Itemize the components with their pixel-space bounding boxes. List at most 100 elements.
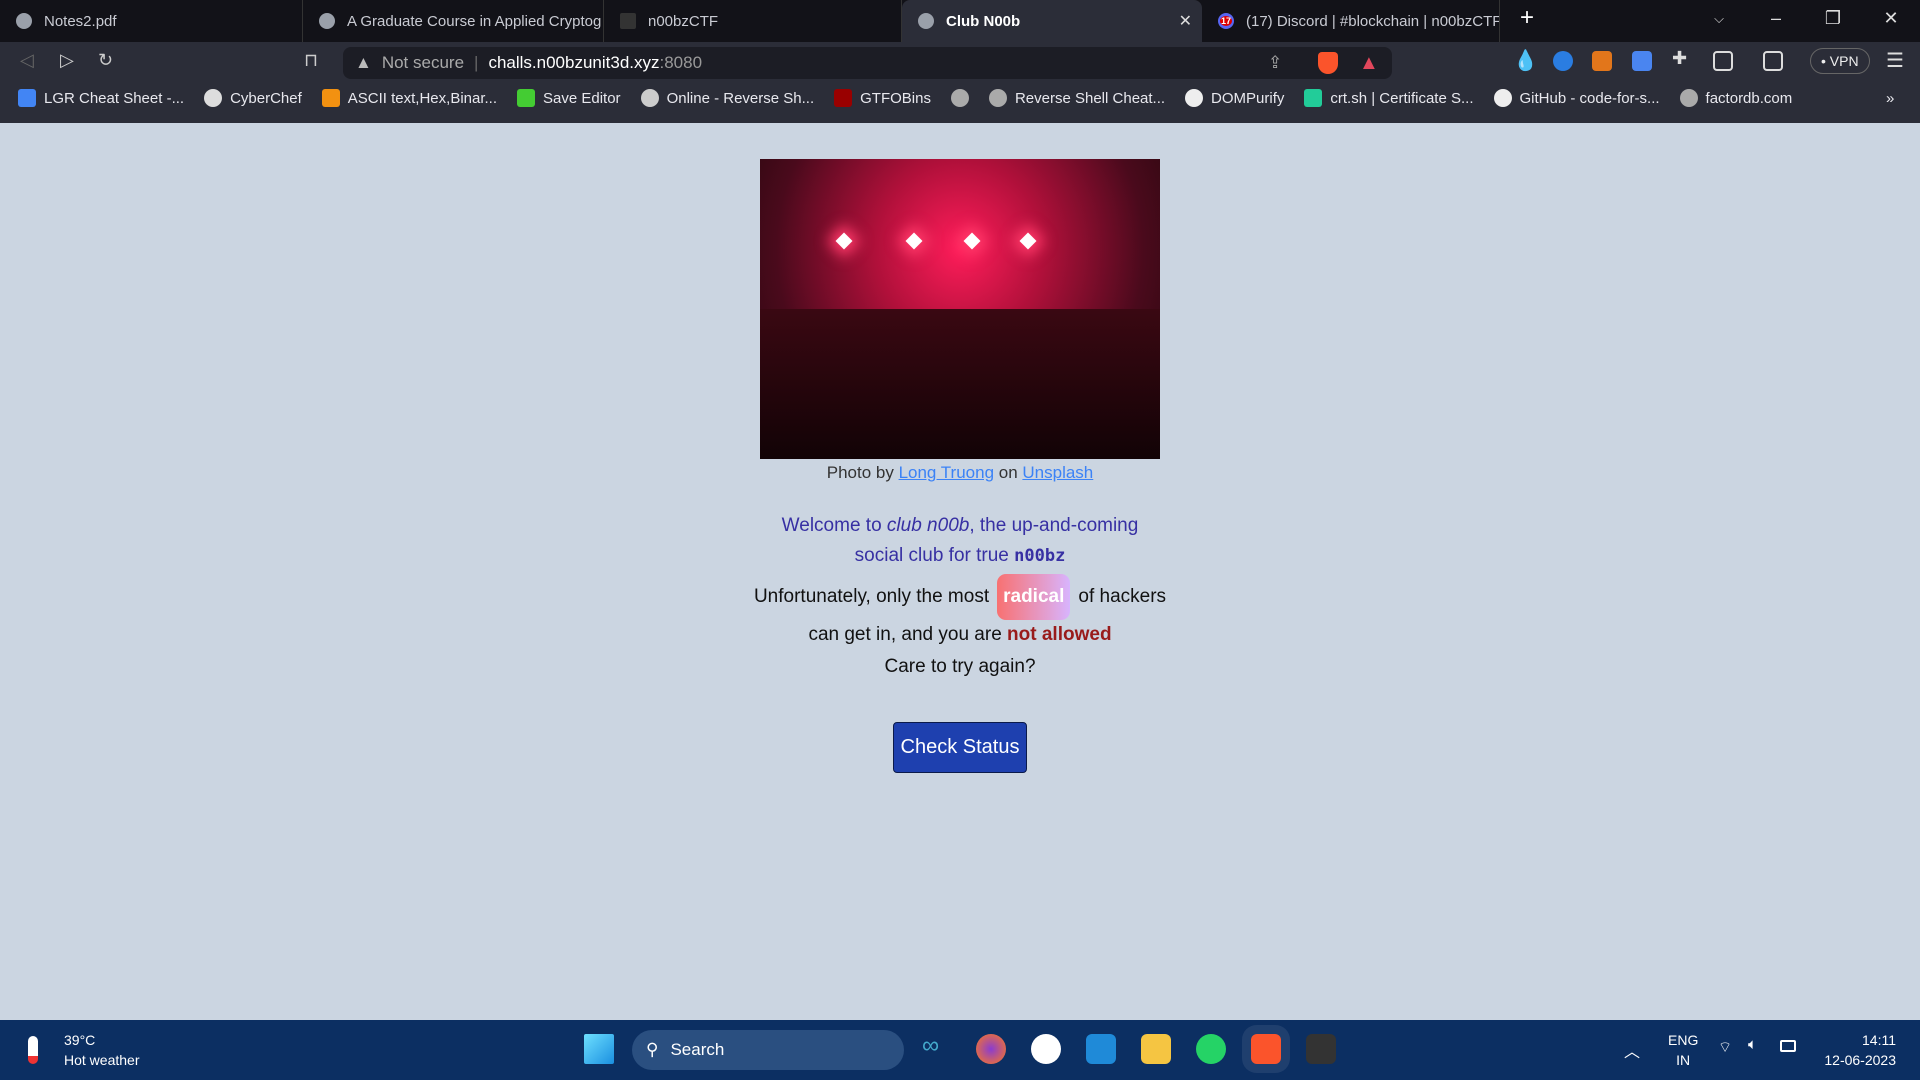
bookmark-gtfobins[interactable]: GTFOBins xyxy=(834,89,931,107)
bookmark-label: DOMPurify xyxy=(1211,89,1285,107)
close-tab-icon[interactable]: ✕ xyxy=(1179,11,1192,31)
search-icon: ⚲ xyxy=(646,1040,659,1059)
taskbar-search[interactable]: ⚲ Search xyxy=(632,1030,904,1070)
close-window-button[interactable]: ✕ xyxy=(1876,8,1906,29)
sidebar-icon[interactable] xyxy=(1713,51,1733,71)
more-bookmarks-button[interactable]: » xyxy=(1886,90,1894,107)
brave-icon[interactable] xyxy=(1251,1034,1281,1064)
terminal-icon[interactable] xyxy=(1306,1034,1336,1064)
tab-club-n00b[interactable]: Club N00b ✕ xyxy=(902,0,1202,42)
weather-text: Hot weather xyxy=(64,1052,140,1068)
not-allowed-text: not allowed xyxy=(1007,624,1112,645)
caption-text: Photo by xyxy=(826,463,899,482)
volume-icon[interactable]: 🔈︎ xyxy=(1748,1036,1757,1053)
minimize-button[interactable]: – xyxy=(1761,8,1791,29)
warning-icon: ▲ xyxy=(355,53,372,72)
brave-shields-icon[interactable] xyxy=(1318,52,1338,74)
app-icon[interactable] xyxy=(1031,1034,1061,1064)
weather-widget[interactable]: 39°C Hot weather xyxy=(64,1030,139,1070)
infinity-app-icon[interactable]: ∞ xyxy=(922,1032,952,1062)
bookmark-label: CyberChef xyxy=(230,89,302,107)
bookmark-cyberchef[interactable]: CyberChef xyxy=(204,89,302,107)
notification-badge: 17 xyxy=(1219,16,1232,26)
reload-button[interactable]: ↻ xyxy=(98,50,113,71)
bookmark-label: Online - Reverse Sh... xyxy=(666,89,815,107)
extension-wave-icon[interactable] xyxy=(1553,51,1573,71)
bookmark-label: factordb.com xyxy=(1705,89,1793,107)
bookmark-dompurify[interactable]: DOMPurify xyxy=(1185,89,1284,107)
extensions-puzzle-icon[interactable]: ✚ xyxy=(1672,48,1692,68)
url-host[interactable]: challs.n00bzunit3d.xyz xyxy=(488,53,659,73)
forward-button[interactable]: ▷ xyxy=(60,50,74,71)
tab-label: n00bzCTF xyxy=(648,12,719,30)
tab-bar: Notes2.pdf A Graduate Course in Applied … xyxy=(0,0,1920,42)
address-bar[interactable]: ▲ Not secure | challs.n00bzunit3d.xyz:80… xyxy=(343,47,1392,79)
wallet-icon[interactable] xyxy=(1763,51,1783,71)
skull-icon xyxy=(640,89,659,107)
welcome-text: Welcome to club n00b, the up-and-coming … xyxy=(760,511,1160,571)
not-secure-label[interactable]: Not secure xyxy=(382,53,464,73)
tab-notes2[interactable]: Notes2.pdf xyxy=(0,0,303,42)
bookmark-label: GitHub - code-for-s... xyxy=(1519,89,1660,107)
url-port: :8080 xyxy=(659,53,703,72)
new-tab-button[interactable]: + xyxy=(1512,4,1542,32)
radical-badge: radical xyxy=(997,574,1071,620)
vpn-label: VPN xyxy=(1829,53,1859,69)
globe-icon xyxy=(988,89,1007,107)
globe-icon xyxy=(918,13,934,29)
bookmark-label: GTFOBins xyxy=(860,89,931,107)
wallet-drop-icon[interactable]: 💧 xyxy=(1513,48,1538,72)
gtfobins-icon xyxy=(834,89,853,107)
restore-button[interactable]: ❐ xyxy=(1818,8,1848,29)
share-icon[interactable]: ⇪ xyxy=(1268,53,1282,73)
whatsapp-icon[interactable] xyxy=(1196,1034,1226,1064)
translate-icon[interactable] xyxy=(1632,51,1652,71)
file-explorer-icon[interactable] xyxy=(1141,1034,1171,1064)
bookmark-github[interactable]: GitHub - code-for-s... xyxy=(1493,89,1660,107)
author-link[interactable]: Long Truong xyxy=(899,463,994,482)
battery-icon[interactable] xyxy=(1780,1040,1796,1052)
wifi-icon[interactable]: ⌔ xyxy=(1718,1038,1732,1057)
temperature: 39°C xyxy=(64,1032,96,1048)
globe-icon xyxy=(1679,89,1698,107)
bookmark-label: ASCII text,Hex,Binar... xyxy=(347,89,498,107)
bookmark-reverse-shell-online[interactable]: Online - Reverse Sh... xyxy=(640,89,815,107)
globe-icon xyxy=(319,13,335,29)
vpn-button[interactable]: • VPN xyxy=(1810,48,1870,74)
menu-icon[interactable]: ☰ xyxy=(1886,48,1904,73)
globe-icon xyxy=(950,89,969,107)
bookmark-crtsh[interactable]: crt.sh | Certificate S... xyxy=(1304,89,1474,107)
windows-start-icon[interactable] xyxy=(584,1034,614,1064)
tab-label: (17) Discord | #blockchain | n00bzCTF xyxy=(1246,12,1500,30)
bookmark-save-editor[interactable]: Save Editor xyxy=(517,89,621,107)
language-indicator[interactable]: ENG IN xyxy=(1668,1030,1698,1070)
docs-icon xyxy=(18,89,36,107)
tab-search-chevron-icon[interactable]: ⌵ xyxy=(1704,11,1734,27)
check-status-button[interactable]: Check Status xyxy=(893,722,1027,773)
clock[interactable]: 14:11 12-06-2023 xyxy=(1824,1030,1896,1070)
bookmarks-bar: LGR Cheat Sheet -... CyberChef ASCII tex… xyxy=(0,82,1920,114)
rejection-text: Unfortunately, only the most radical of ha… xyxy=(750,574,1170,650)
bookmark-factordb[interactable]: factordb.com xyxy=(1679,89,1793,107)
page-content: Photo by Long Truong on Unsplash Welcome… xyxy=(0,123,1920,1020)
bookmark-icon[interactable]: ⊓ xyxy=(304,50,318,71)
show-hidden-icons-chevron[interactable]: ︿ xyxy=(1624,1038,1640,1062)
lang-code: ENG xyxy=(1668,1032,1699,1048)
metamask-icon[interactable] xyxy=(1592,51,1612,71)
bookmark-reverse-shell-cheat[interactable]: Reverse Shell Cheat... xyxy=(988,89,1165,107)
n00bz-logo-icon xyxy=(620,13,636,29)
brave-rewards-icon[interactable]: ▲ xyxy=(1359,52,1379,75)
tab-label: Notes2.pdf xyxy=(44,12,117,30)
firefox-icon[interactable] xyxy=(976,1034,1006,1064)
tab-graduate-course[interactable]: A Graduate Course in Applied Cryptog xyxy=(303,0,604,42)
back-button[interactable]: ◁ xyxy=(20,50,34,71)
bookmark-globe[interactable] xyxy=(950,89,969,107)
bookmark-ascii[interactable]: ASCII text,Hex,Binar... xyxy=(321,89,498,107)
bookmark-lgr[interactable]: LGR Cheat Sheet -... xyxy=(18,89,184,107)
vscode-icon[interactable] xyxy=(1086,1034,1116,1064)
tab-discord[interactable]: 17 (17) Discord | #blockchain | n00bzCTF xyxy=(1202,0,1500,42)
save-editor-icon xyxy=(517,89,536,107)
welcome-part: Welcome to xyxy=(781,515,887,536)
tab-n00bzctf[interactable]: n00bzCTF xyxy=(604,0,902,42)
unsplash-link[interactable]: Unsplash xyxy=(1022,463,1093,482)
